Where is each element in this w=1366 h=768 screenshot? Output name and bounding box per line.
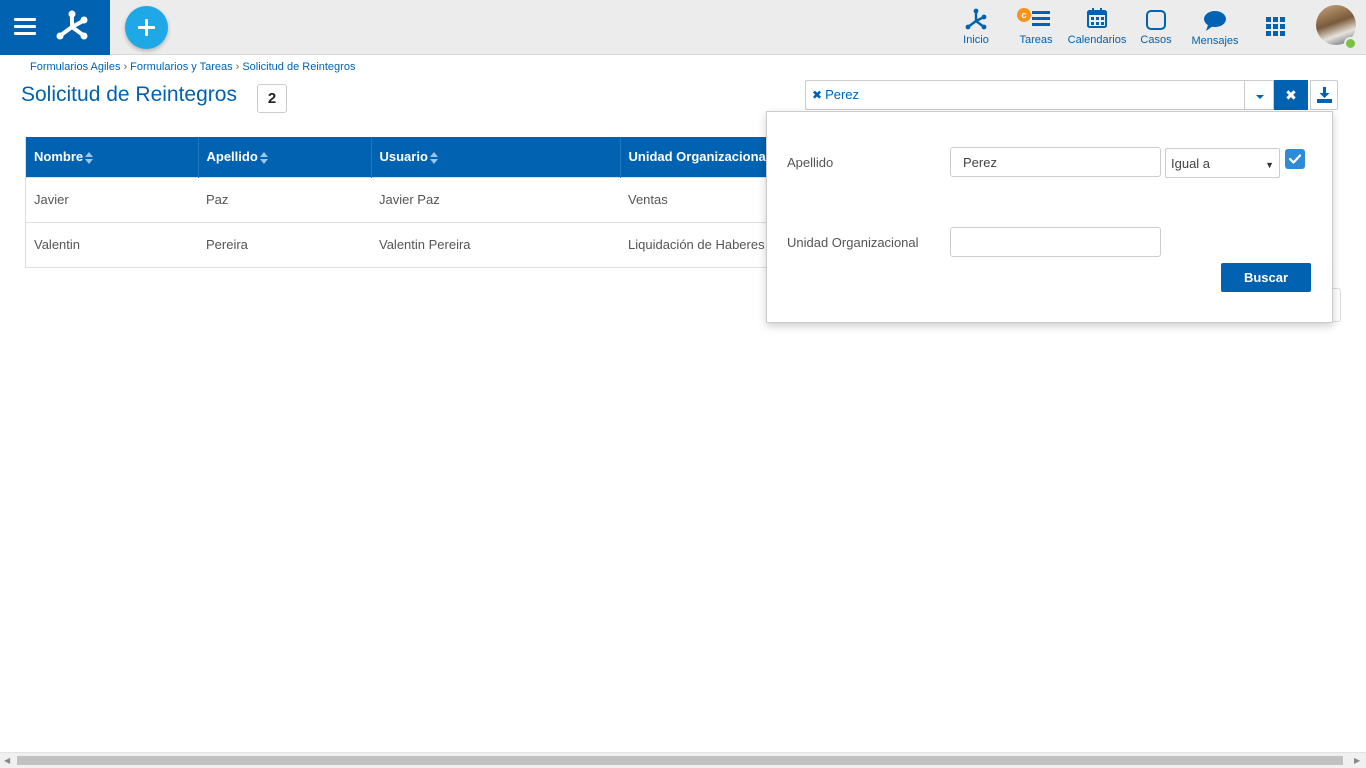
tasks-icon	[1032, 11, 1050, 26]
operator-select[interactable]: Igual a ▼	[1165, 148, 1280, 178]
unidad-input[interactable]	[950, 227, 1161, 257]
remove-filter-icon[interactable]: ✖	[812, 88, 822, 102]
apellido-label: Apellido	[787, 155, 834, 170]
table-cell: Valentin Pereira	[371, 221, 620, 267]
clear-filter-button[interactable]: ✖	[1274, 80, 1308, 110]
column-label: Apellido	[206, 149, 258, 165]
message-icon	[1204, 11, 1226, 31]
calendar-icon	[1087, 8, 1107, 28]
check-icon	[1288, 154, 1302, 164]
sort-icon	[85, 151, 94, 164]
nav-label: Mensajes	[1191, 35, 1239, 47]
table-cell: Javier	[26, 176, 198, 222]
nav-label: Tareas	[1019, 34, 1053, 46]
top-bar: Inicio c Tareas Calendarios Casos Mensaj…	[0, 0, 1366, 55]
filter-panel: Apellido Igual a ▼ Unidad Organizacional…	[766, 111, 1333, 323]
data-grid: Nombre Apellido Usuario Unidad Organizac…	[25, 137, 847, 268]
process-icon	[965, 8, 987, 30]
close-icon: ✖	[1285, 87, 1297, 103]
table-cell: Pereira	[198, 221, 371, 267]
nav-tareas[interactable]: c Tareas	[1015, 0, 1057, 55]
breadcrumb-item[interactable]: Formularios Agiles	[30, 61, 120, 73]
table-cell: Valentin	[26, 221, 198, 267]
table-row[interactable]: Javier Paz Javier Paz Ventas	[26, 176, 846, 222]
sort-icon	[259, 151, 268, 164]
horizontal-scrollbar[interactable]: ◀ ▶	[0, 752, 1366, 768]
menu-icon[interactable]	[14, 18, 36, 35]
add-button[interactable]	[125, 6, 168, 49]
search-button[interactable]: Buscar	[1221, 263, 1311, 292]
unidad-label: Unidad Organizacional	[787, 235, 919, 250]
table-row[interactable]: Valentin Pereira Valentin Pereira Liquid…	[26, 221, 846, 267]
nav-label: Calendarios	[1067, 34, 1127, 46]
apps-grid-icon[interactable]	[1266, 17, 1286, 37]
filter-chip: ✖ Perez	[812, 87, 859, 102]
nav-label: Casos	[1140, 34, 1172, 46]
filter-dropdown-button[interactable]	[1244, 80, 1274, 110]
scroll-right-icon[interactable]: ▶	[1354, 756, 1360, 765]
column-label: Unidad Organizacional	[628, 149, 770, 165]
breadcrumb-item[interactable]: Solicitud de Reintegros	[242, 61, 355, 73]
table-cell: Javier Paz	[371, 176, 620, 222]
filter-bar[interactable]: ✖ Perez	[805, 80, 1245, 110]
breadcrumb-item[interactable]: Formularios y Tareas	[130, 61, 233, 73]
logo-icon[interactable]	[55, 9, 89, 41]
caret-down-icon: ▼	[1265, 160, 1274, 170]
cases-icon	[1146, 10, 1166, 30]
breadcrumb: Formularios Agiles › Formularios y Tareas ›…	[30, 61, 356, 73]
download-button[interactable]	[1310, 80, 1338, 110]
tasks-badge: c	[1017, 8, 1031, 22]
brand-area	[0, 0, 110, 55]
nav-calendarios[interactable]: Calendarios	[1066, 0, 1128, 55]
sort-icon	[429, 151, 438, 164]
column-label: Usuario	[379, 149, 428, 165]
page-title: Solicitud de Reintegros	[21, 83, 237, 106]
count-badge: 2	[257, 84, 287, 113]
filter-chip-label: Perez	[825, 87, 860, 102]
apply-checkbox[interactable]	[1285, 149, 1305, 169]
column-header-apellido[interactable]: Apellido	[198, 137, 372, 177]
scrollbar-thumb[interactable]	[17, 756, 1343, 765]
column-header-nombre[interactable]: Nombre	[26, 137, 199, 177]
download-icon	[1317, 87, 1332, 103]
nav-mensajes[interactable]: Mensajes	[1190, 0, 1240, 55]
nav-casos[interactable]: Casos	[1136, 0, 1176, 55]
nav-inicio[interactable]: Inicio	[955, 0, 997, 55]
nav-label: Inicio	[963, 34, 989, 46]
table-cell: Paz	[198, 176, 371, 222]
apellido-input[interactable]	[950, 147, 1161, 177]
scroll-left-icon[interactable]: ◀	[4, 756, 10, 765]
operator-value: Igual a	[1171, 156, 1211, 171]
column-header-usuario[interactable]: Usuario	[371, 137, 621, 177]
column-label: Nombre	[34, 149, 84, 165]
online-status-icon	[1344, 37, 1357, 50]
